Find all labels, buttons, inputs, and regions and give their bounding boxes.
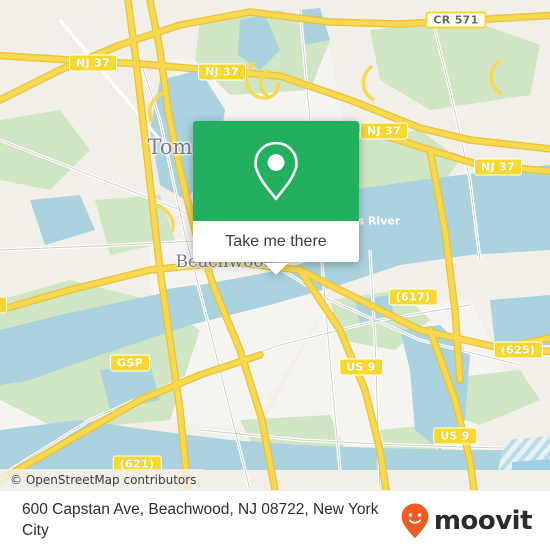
osm-attribution[interactable]: © OpenStreetMap contributors <box>0 469 205 490</box>
moovit-logo[interactable]: moovit <box>400 502 533 540</box>
callout-header <box>193 121 359 221</box>
road-shield-gsp[interactable]: GSP <box>110 354 150 372</box>
address-text: 600 Capstan Ave, Beachwood, NJ 08722, Ne… <box>22 500 379 539</box>
footer-bar: 600 Capstan Ave, Beachwood, NJ 08722, Ne… <box>0 490 550 550</box>
location-pin-icon <box>254 141 298 201</box>
moovit-wordmark: moovit <box>433 505 533 536</box>
take-me-there-label: Take me there <box>225 232 327 250</box>
road-shield-nj-37-a[interactable]: NJ 37 <box>69 54 117 72</box>
location-callout-card[interactable]: Take me there <box>193 121 359 275</box>
road-shield-cr-571[interactable]: CR 571 <box>425 11 487 29</box>
road-shield-us-9-b[interactable]: US 9 <box>433 427 477 445</box>
map-canvas[interactable]: Tom Beachwood ns River CR 571 NJ 37 NJ 3… <box>0 0 550 490</box>
road-shield-nj-37-c[interactable]: NJ 37 <box>360 122 408 140</box>
road-shield-617[interactable]: (617) <box>388 288 438 306</box>
osm-attribution-text: © OpenStreetMap contributors <box>10 472 197 487</box>
place-label-toms-river: Tom <box>147 135 193 159</box>
callout-pointer-tail <box>264 263 288 275</box>
take-me-there-button[interactable]: Take me there <box>193 221 359 262</box>
road-shield-nj-37-d[interactable]: NJ 37 <box>474 158 522 176</box>
map-screenshot: Tom Beachwood ns River CR 571 NJ 37 NJ 3… <box>0 0 550 550</box>
road-shield-nj-37-b[interactable]: NJ 37 <box>198 63 246 81</box>
moovit-smiley-pin-icon <box>401 503 429 538</box>
road-shield-us-9-a[interactable]: US 9 <box>339 358 383 376</box>
road-shield-edge-clipped[interactable] <box>0 296 8 314</box>
road-shield-625[interactable]: (625) <box>493 341 543 359</box>
